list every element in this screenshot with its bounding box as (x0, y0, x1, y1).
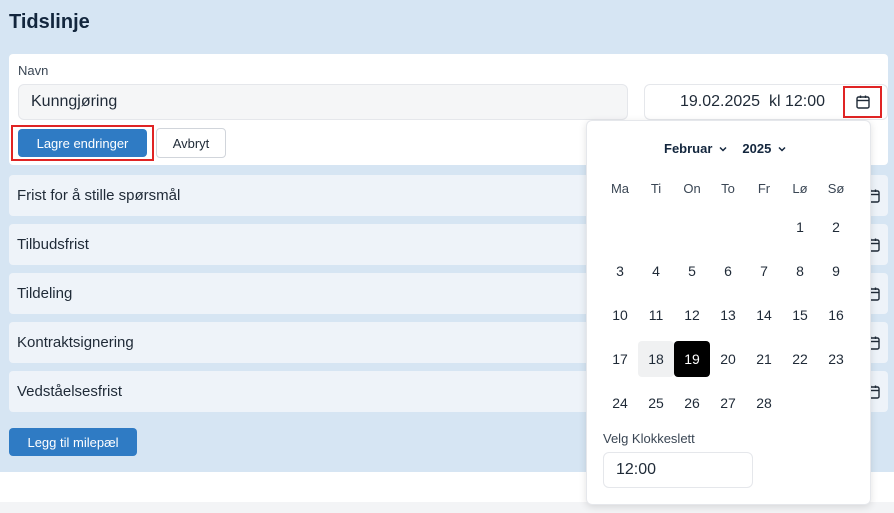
calendar-day[interactable]: 11 (638, 297, 674, 333)
calendar-day[interactable]: 24 (602, 385, 638, 421)
calendar-day[interactable]: 6 (710, 253, 746, 289)
year-label: 2025 (742, 141, 772, 156)
month-select[interactable]: Februar (664, 141, 728, 156)
calendar-day[interactable]: 10 (602, 297, 638, 333)
year-select[interactable]: 2025 (742, 141, 787, 156)
milestone-label: Vedståelsesfrist (17, 383, 123, 400)
calendar-day[interactable]: 7 (746, 253, 782, 289)
calendar-day[interactable]: 28 (746, 385, 782, 421)
calendar-day[interactable]: 21 (746, 341, 782, 377)
chevron-down-icon (719, 146, 727, 152)
weekday-label: Fr (757, 181, 771, 196)
month-label: Februar (664, 141, 713, 156)
weekday-label: On (683, 181, 701, 196)
calendar-day[interactable]: 16 (818, 297, 854, 333)
calendar-day[interactable]: 17 (602, 341, 638, 377)
calendar-day[interactable]: 26 (674, 385, 710, 421)
calendar-day[interactable]: 27 (710, 385, 746, 421)
weekday-label: Lø (792, 181, 808, 196)
chevron-down-icon (778, 146, 786, 152)
time-label: Velg Klokkeslett (603, 431, 695, 446)
date-value: 19.02.2025 kl 12:00 (680, 93, 826, 110)
save-changes-button[interactable]: Lagre endringer (18, 129, 147, 157)
calendar-day[interactable]: 12 (674, 297, 710, 333)
cancel-button[interactable]: Avbryt (156, 128, 226, 158)
weekday-label: Sø (827, 181, 845, 196)
add-milestone-button[interactable]: Legg til milepæl (9, 428, 137, 456)
calendar-day[interactable]: 15 (782, 297, 818, 333)
milestone-label: Tilbudsfrist (17, 236, 89, 253)
calendar-day[interactable]: 1 (782, 209, 818, 245)
milestone-label: Tildeling (17, 285, 73, 302)
milestone-label: Frist for å stille spørsmål (17, 187, 181, 204)
calendar-day[interactable]: 4 (638, 253, 674, 289)
calendar-day[interactable]: 9 (818, 253, 854, 289)
weekday-label: Ti (650, 181, 662, 196)
calendar-day[interactable]: 8 (782, 253, 818, 289)
milestone-label: Kontraktsignering (17, 334, 134, 351)
calendar-icon (855, 95, 870, 109)
weekday-label: To (721, 181, 735, 196)
calendar-day[interactable]: 3 (602, 253, 638, 289)
calendar-day[interactable]: 5 (674, 253, 710, 289)
calendar-day[interactable]: 18 (638, 341, 674, 377)
calendar-day[interactable]: 22 (782, 341, 818, 377)
weekday-label: Ma (610, 181, 630, 196)
calendar-day[interactable]: 20 (710, 341, 746, 377)
calendar-day[interactable]: 25 (638, 385, 674, 421)
page-title: Tidslinje (9, 11, 90, 33)
name-label: Navn (18, 63, 49, 78)
calendar-day[interactable]: 13 (710, 297, 746, 333)
month-year-selector: Februar 2025 (664, 141, 787, 156)
open-calendar-button[interactable] (843, 86, 882, 118)
calendar-day[interactable]: 23 (818, 341, 854, 377)
name-input[interactable]: Kunngjøring (18, 84, 628, 120)
calendar-day[interactable]: 14 (746, 297, 782, 333)
time-input[interactable]: 12:00 (603, 452, 753, 488)
calendar-day[interactable]: 19 (674, 341, 710, 377)
calendar-day[interactable]: 2 (818, 209, 854, 245)
